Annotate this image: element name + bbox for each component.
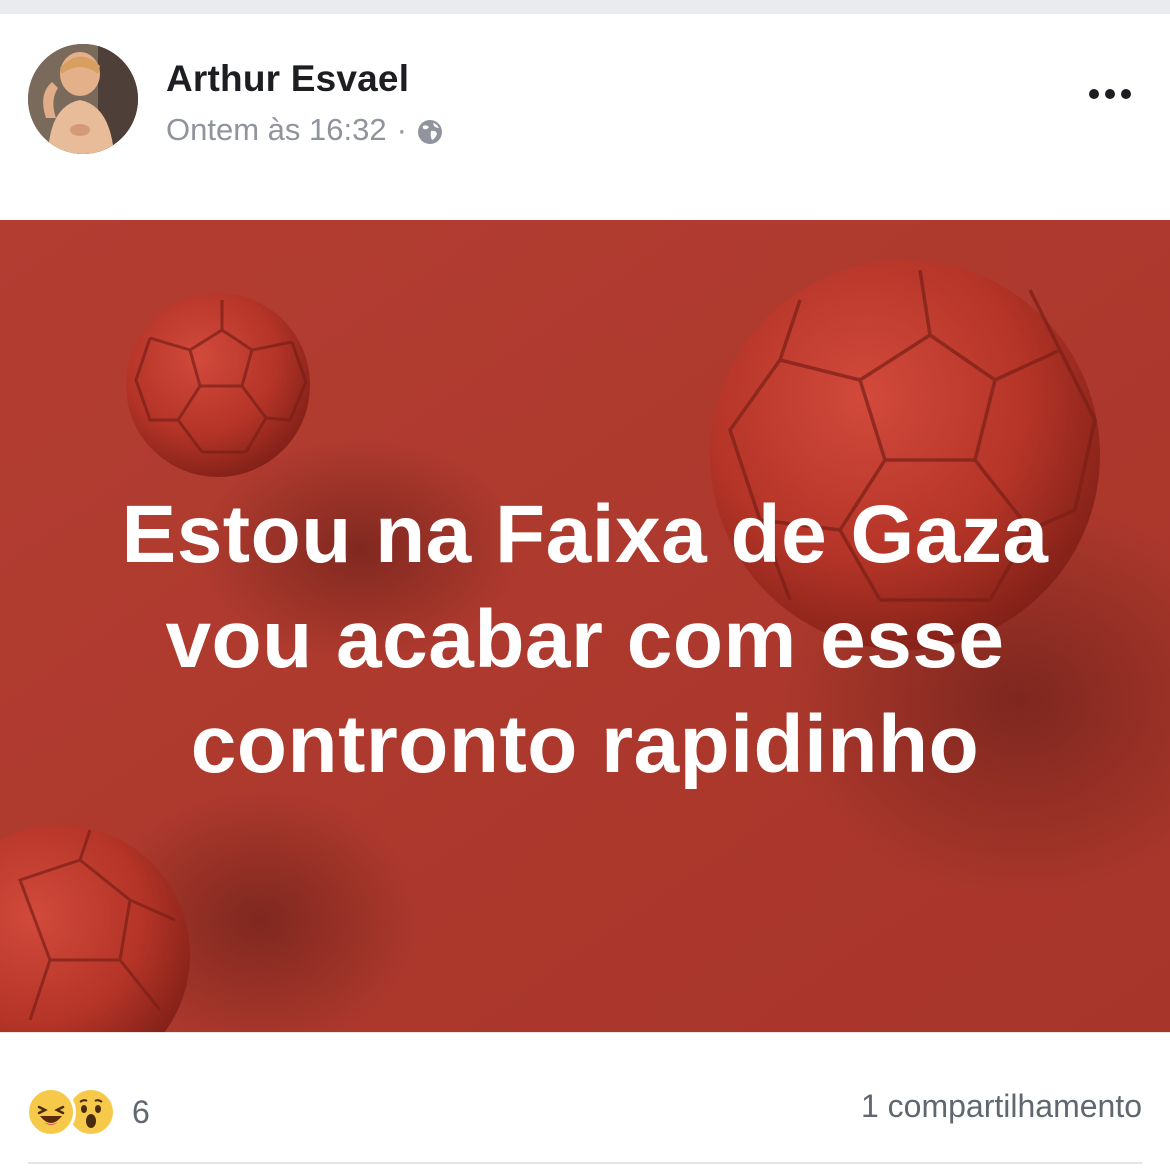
soccer-ball-small — [126, 293, 310, 477]
post-text-line: vou acabar com esse — [165, 594, 1005, 685]
post-meta: Ontem às 16:32 · — [166, 112, 443, 148]
post-timestamp[interactable]: Ontem às 16:32 — [166, 112, 387, 148]
post-text-line: contronto rapidinho — [190, 699, 980, 790]
haha-emoji-icon — [26, 1087, 76, 1137]
more-options-icon[interactable] — [1080, 74, 1140, 114]
meta-separator: · — [396, 112, 407, 147]
footer-divider — [28, 1162, 1142, 1164]
reactions-summary[interactable]: 6 — [26, 1084, 150, 1140]
reaction-count: 6 — [132, 1093, 150, 1130]
shares-count[interactable]: 1 compartilhamento — [861, 1088, 1142, 1125]
feed-top-separator — [0, 0, 1170, 14]
post-text-line: Estou na Faixa de Gaza — [121, 489, 1049, 580]
post-text: Estou na Faixa de Gaza vou acabar com es… — [60, 482, 1110, 797]
more-dot — [1121, 89, 1131, 99]
more-dot — [1089, 89, 1099, 99]
post-card: Arthur Esvael Ontem às 16:32 · Estou na … — [0, 14, 1170, 1168]
globe-icon[interactable] — [417, 117, 443, 144]
author-name[interactable]: Arthur Esvael — [166, 58, 409, 100]
avatar[interactable] — [28, 44, 138, 154]
avatar-photo — [28, 44, 138, 154]
card-divider — [0, 1032, 1170, 1033]
post-background-card[interactable]: Estou na Faixa de Gaza vou acabar com es… — [0, 220, 1170, 1032]
more-dot — [1105, 89, 1115, 99]
